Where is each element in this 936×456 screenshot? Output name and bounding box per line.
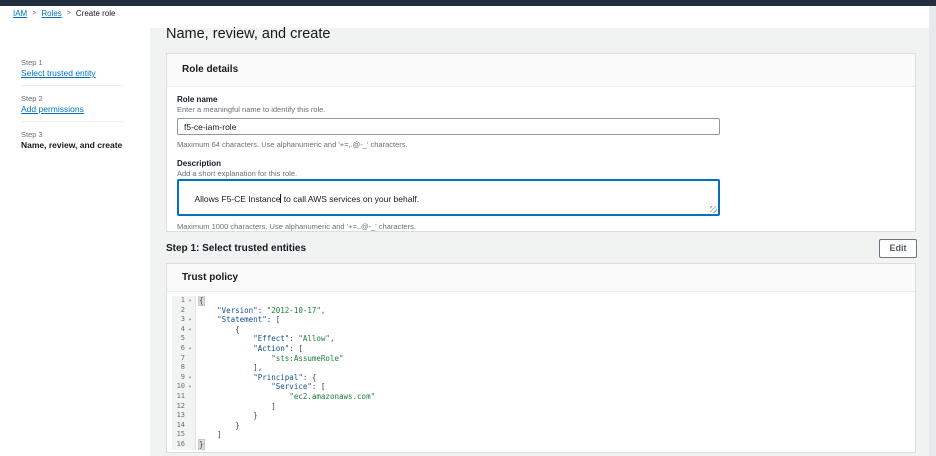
description-textarea[interactable]: Allows F5-CE Instance to call AWS servic… xyxy=(177,179,720,216)
role-details-header: Role details xyxy=(167,54,915,87)
sidebar-item-select-trusted-entity[interactable]: Select trusted entity xyxy=(21,68,96,78)
step3-label: Step 3 xyxy=(21,130,43,139)
code-line: 7 "sts:AssumeRole" xyxy=(172,354,910,364)
fold-toggle-icon[interactable]: ▾ xyxy=(185,296,195,306)
description-constraint: Maximum 1000 characters. Use alphanumeri… xyxy=(177,222,416,231)
code-line: 1▾{ xyxy=(172,296,910,306)
line-number: 15 xyxy=(172,430,185,440)
code-line: 12 ] xyxy=(172,402,910,412)
code-line: 4▾ { xyxy=(172,325,910,335)
line-number: 7 xyxy=(172,354,185,364)
sidebar-divider xyxy=(21,121,124,122)
fold-toggle-icon[interactable]: ▾ xyxy=(185,382,195,392)
code-line: 9▾ "Principal": { xyxy=(172,373,910,383)
code-line: 3▾ "Statement": [ xyxy=(172,315,910,325)
code-line: 11 "ec2.amazonaws.com" xyxy=(172,392,910,402)
fold-toggle-icon[interactable]: ▾ xyxy=(185,315,195,325)
code-line: 6▾ "Action": [ xyxy=(172,344,910,354)
edit-button[interactable]: Edit xyxy=(879,239,917,258)
role-name-constraint: Maximum 64 characters. Use alphanumeric … xyxy=(177,140,408,149)
line-number: 14 xyxy=(172,421,185,431)
line-number: 10 xyxy=(172,382,185,392)
code-line: 13 } xyxy=(172,411,910,421)
fold-spacer xyxy=(185,421,195,431)
description-hint: Add a short explanation for this role. xyxy=(177,169,297,178)
sidebar-item-add-permissions[interactable]: Add permissions xyxy=(21,104,84,114)
fold-toggle-icon[interactable]: ▾ xyxy=(185,344,195,354)
sidebar-divider xyxy=(21,85,124,86)
page-scrollbar[interactable] xyxy=(929,6,936,456)
line-number: 16 xyxy=(172,440,185,450)
line-number: 4 xyxy=(172,325,185,335)
role-name-label: Role name xyxy=(177,95,217,104)
code-line: 15 ] xyxy=(172,430,910,440)
line-number: 8 xyxy=(172,363,185,373)
line-number: 6 xyxy=(172,344,185,354)
breadcrumb-link-roles[interactable]: Roles xyxy=(41,9,61,18)
fold-spacer xyxy=(185,354,195,364)
trust-policy-header: Trust policy xyxy=(167,264,915,292)
role-name-input[interactable] xyxy=(177,118,720,135)
description-label: Description xyxy=(177,159,221,168)
trust-policy-card: Trust policy 1▾{2 "Version": "2012-10-17… xyxy=(166,263,916,453)
line-number: 11 xyxy=(172,392,185,402)
fold-spacer xyxy=(185,363,195,373)
description-text-after-caret: to call AWS services on your behalf. xyxy=(281,194,419,204)
fold-spacer xyxy=(185,402,195,412)
fold-spacer xyxy=(185,334,195,344)
fold-spacer xyxy=(185,306,195,316)
breadcrumb-separator-icon: > xyxy=(32,10,36,17)
line-number: 12 xyxy=(172,402,185,412)
line-number: 1 xyxy=(172,296,185,306)
step2-label: Step 2 xyxy=(21,94,43,103)
steps-sidebar: Step 1 Select trusted entity Step 2 Add … xyxy=(0,28,150,456)
fold-spacer xyxy=(185,411,195,421)
fold-spacer xyxy=(185,430,195,440)
aws-iam-create-role-page: IAM > Roles > Create role Step 1 Select … xyxy=(0,0,936,456)
line-number: 2 xyxy=(172,306,185,316)
line-number: 3 xyxy=(172,315,185,325)
page-title: Name, review, and create xyxy=(166,26,330,42)
breadcrumb-separator-icon: > xyxy=(67,10,71,17)
breadcrumb-link-iam[interactable]: IAM xyxy=(13,9,27,18)
fold-spacer xyxy=(185,440,195,450)
role-name-hint: Enter a meaningful name to identify this… xyxy=(177,105,325,114)
code-line: 10▾ "Service": [ xyxy=(172,382,910,392)
sidebar-item-name-review-create: Name, review, and create xyxy=(21,140,122,150)
step1-section-heading: Step 1: Select trusted entities xyxy=(166,243,306,254)
code-line: 2 "Version": "2012-10-17", xyxy=(172,306,910,316)
code-line: 14 } xyxy=(172,421,910,431)
line-number: 5 xyxy=(172,334,185,344)
code-line: 5 "Effect": "Allow", xyxy=(172,334,910,344)
step1-label: Step 1 xyxy=(21,58,43,67)
console-top-bar xyxy=(0,0,936,6)
breadcrumb: IAM > Roles > Create role xyxy=(13,9,115,18)
line-number: 13 xyxy=(172,411,185,421)
fold-toggle-icon[interactable]: ▾ xyxy=(185,325,195,335)
fold-spacer xyxy=(185,392,195,402)
fold-toggle-icon[interactable]: ▾ xyxy=(185,373,195,383)
trust-policy-code-editor[interactable]: 1▾{2 "Version": "2012-10-17",3▾ "Stateme… xyxy=(172,296,910,450)
breadcrumb-current: Create role xyxy=(76,9,116,18)
textarea-resize-handle[interactable] xyxy=(710,206,717,213)
line-number: 9 xyxy=(172,373,185,383)
code-line: 16} xyxy=(172,440,910,450)
code-line: 8 ], xyxy=(172,363,910,373)
description-text-before-caret: Allows F5-CE Instance xyxy=(194,194,280,204)
